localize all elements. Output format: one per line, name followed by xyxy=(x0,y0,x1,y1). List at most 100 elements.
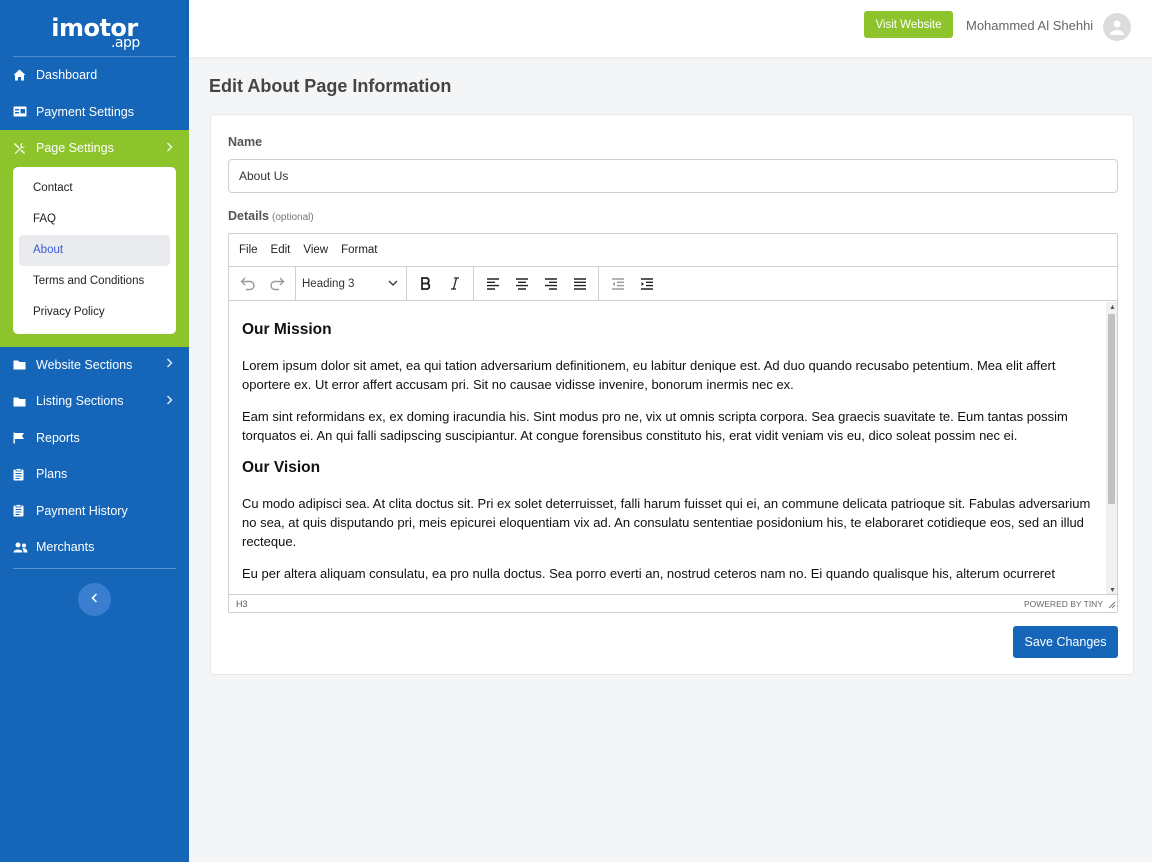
outdent-button[interactable] xyxy=(603,271,632,297)
submenu-item-terms[interactable]: Terms and Conditions xyxy=(19,266,170,297)
details-label-text: Details xyxy=(228,209,269,223)
submenu-item-about[interactable]: About xyxy=(19,234,170,266)
submenu-item-contact[interactable]: Contact xyxy=(19,173,170,204)
user-icon xyxy=(1110,20,1124,35)
indent-group xyxy=(599,267,665,300)
sidebar-item-website-sections[interactable]: Website Sections xyxy=(0,347,189,384)
chevron-right-icon xyxy=(166,358,173,371)
sidebar-item-label: Payment History xyxy=(36,503,128,518)
align-justify-icon xyxy=(573,277,586,290)
editor-statusbar: H3 POWERED BY TINY xyxy=(229,594,1117,612)
name-input[interactable] xyxy=(228,159,1118,193)
powered-by-link[interactable]: POWERED BY TINY xyxy=(1024,599,1103,609)
menu-edit[interactable]: Edit xyxy=(271,244,291,256)
users-icon xyxy=(13,542,36,553)
indent-icon xyxy=(640,277,653,290)
scroll-down-icon[interactable]: ▼ xyxy=(1109,587,1116,594)
sidebar-item-label: Plans xyxy=(36,467,68,482)
redo-icon xyxy=(269,277,284,290)
block-format-value: Heading 3 xyxy=(302,277,355,290)
folder-icon xyxy=(13,396,36,407)
sidebar-item-plans[interactable]: Plans xyxy=(0,456,189,493)
clipboard-icon xyxy=(13,467,36,481)
flag-icon xyxy=(13,432,36,444)
block-format-select[interactable]: Heading 3 xyxy=(296,267,406,300)
align-center-icon xyxy=(515,277,528,290)
sidebar-item-page-settings[interactable]: Page Settings xyxy=(0,130,189,167)
page-settings-submenu-wrapper: Contact FAQ About Terms and Conditions P… xyxy=(0,166,189,347)
bold-icon xyxy=(420,277,430,290)
home-icon xyxy=(13,69,36,81)
scroll-thumb[interactable] xyxy=(1108,314,1115,504)
rich-text-editor: File Edit View Format Heading 3 Our Miss… xyxy=(228,233,1118,613)
folder-icon xyxy=(13,359,36,370)
element-path[interactable]: H3 xyxy=(236,599,248,609)
page-settings-submenu: Contact FAQ About Terms and Conditions P… xyxy=(13,166,176,334)
logo[interactable]: imotor .app xyxy=(13,0,176,57)
history-group xyxy=(229,267,296,300)
card-icon xyxy=(13,106,36,117)
submenu-item-privacy[interactable]: Privacy Policy xyxy=(19,297,170,328)
save-changes-button[interactable]: Save Changes xyxy=(1013,626,1118,658)
sidebar-item-label: Listing Sections xyxy=(36,394,124,409)
logo-text: imotor .app xyxy=(51,16,140,50)
menu-format[interactable]: Format xyxy=(341,244,377,256)
undo-icon xyxy=(240,277,255,290)
content-paragraph: Lorem ipsum dolor sit amet, ea qui tatio… xyxy=(242,358,1056,392)
sidebar-item-label: Reports xyxy=(36,430,80,445)
sidebar-item-listing-sections[interactable]: Listing Sections xyxy=(0,383,189,420)
content-heading-mission: Our Mission xyxy=(242,321,332,338)
sidebar-item-payment-settings[interactable]: Payment Settings xyxy=(0,94,189,131)
editor-menubar: File Edit View Format xyxy=(229,234,1117,267)
logo-sub: .app xyxy=(110,35,140,51)
chevron-right-icon xyxy=(166,142,173,155)
avatar[interactable] xyxy=(1103,13,1131,41)
undo-button[interactable] xyxy=(233,271,262,297)
align-center-button[interactable] xyxy=(507,271,536,297)
outdent-icon xyxy=(611,277,624,290)
sidebar-item-reports[interactable]: Reports xyxy=(0,420,189,457)
visit-website-button[interactable]: Visit Website xyxy=(864,11,953,38)
user-name[interactable]: Mohammed Al Shehhi xyxy=(966,18,1093,33)
sidebar-item-label: Merchants xyxy=(36,540,95,555)
content-paragraph: Cu modo adipisci sea. At clita doctus si… xyxy=(242,496,1091,549)
resize-handle-icon[interactable] xyxy=(1108,601,1116,611)
align-left-button[interactable] xyxy=(478,271,507,297)
sidebar-item-dashboard[interactable]: Dashboard xyxy=(0,57,189,94)
details-label: Details (optional) xyxy=(228,209,314,223)
italic-icon xyxy=(450,277,459,290)
content-heading-vision: Our Vision xyxy=(242,459,321,476)
editor-content-area[interactable]: Our Mission Lorem ipsum dolor sit amet, … xyxy=(229,302,1106,596)
sidebar-item-label: Dashboard xyxy=(36,68,98,83)
sidebar-item-label: Website Sections xyxy=(36,357,133,372)
submenu-item-faq[interactable]: FAQ xyxy=(19,204,170,235)
content-paragraph: Eam sint reformidans ex, ex doming iracu… xyxy=(242,409,1068,443)
redo-button[interactable] xyxy=(262,271,291,297)
page-title: Edit About Page Information xyxy=(209,76,452,96)
menu-view[interactable]: View xyxy=(303,244,328,256)
bold-button[interactable] xyxy=(411,271,440,297)
chevron-down-icon xyxy=(388,278,398,290)
edit-form-card: Name Details(optional) File Edit View Fo… xyxy=(210,114,1134,675)
top-header: Visit Website Mohammed Al Shehhi xyxy=(189,0,1152,57)
align-justify-button[interactable] xyxy=(565,271,594,297)
sidebar-item-merchants[interactable]: Merchants xyxy=(0,529,189,566)
scroll-up-icon[interactable]: ▲ xyxy=(1109,304,1116,311)
indent-button[interactable] xyxy=(632,271,661,297)
text-style-group xyxy=(407,267,474,300)
align-right-icon xyxy=(544,277,557,290)
italic-button[interactable] xyxy=(440,271,469,297)
alignment-group xyxy=(474,267,599,300)
editor-scrollbar[interactable]: ▲ ▼ xyxy=(1106,302,1117,596)
content-paragraph: Eu per altera aliquam consulatu, ea pro … xyxy=(242,566,1055,581)
sidebar-collapse-button[interactable] xyxy=(78,582,111,616)
sidebar-item-payment-history[interactable]: Payment History xyxy=(0,493,189,530)
chevron-right-icon xyxy=(166,395,173,408)
tools-icon xyxy=(13,142,36,155)
sidebar-item-label: Page Settings xyxy=(36,141,114,156)
menu-file[interactable]: File xyxy=(239,244,258,256)
format-select-group: Heading 3 xyxy=(296,267,407,300)
sidebar-item-label: Payment Settings xyxy=(36,104,134,119)
align-right-button[interactable] xyxy=(536,271,565,297)
sidebar: imotor .app Dashboard Payment Settings P… xyxy=(0,0,189,862)
